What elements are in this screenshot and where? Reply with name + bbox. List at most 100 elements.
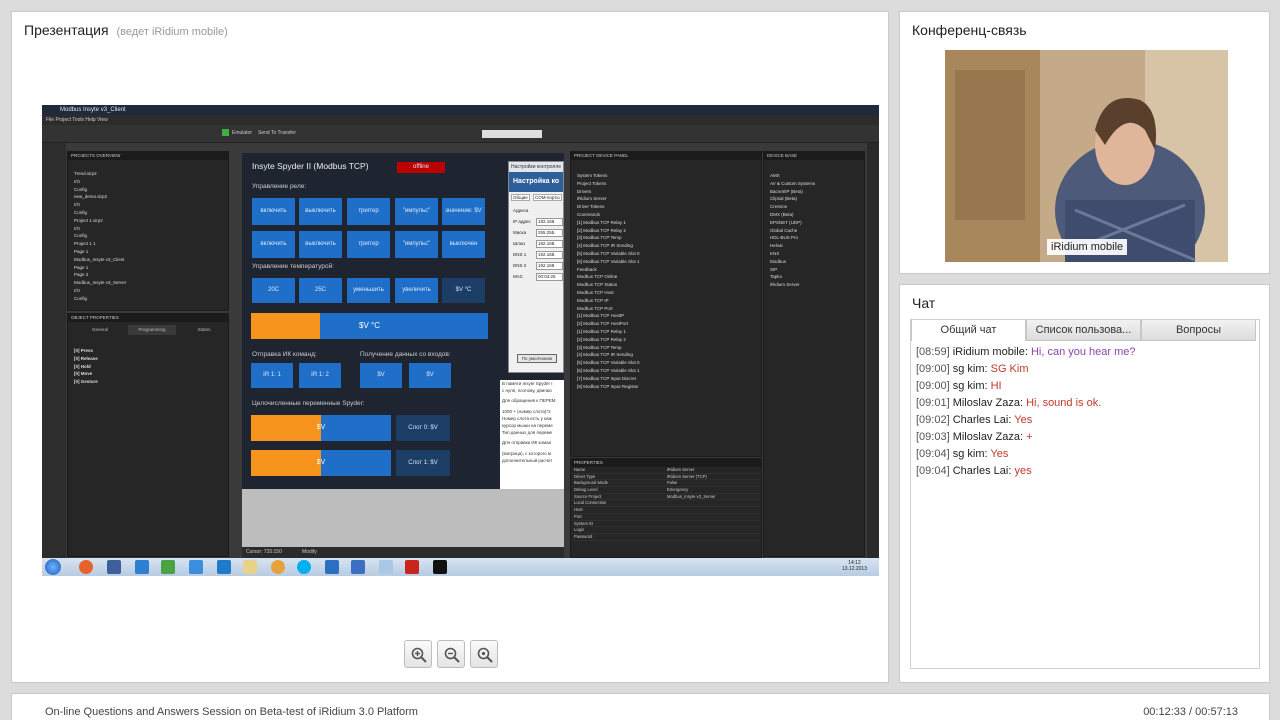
slide-tree-item: I/O: [74, 225, 81, 231]
slide-tree-item: [6] Modbus TCP Variable Slot 1: [577, 258, 640, 264]
slide-property-row: Driver Type iRidium Server (TCP): [571, 474, 761, 481]
slide-tree-item: I/O: [74, 287, 81, 293]
slide-canvas-button: значение: $V: [442, 198, 485, 225]
slide-tree-item: Modbus TCP Port: [577, 305, 613, 311]
slide-property-row: Local Connection: [571, 500, 761, 508]
slide-canvas-title: Insyte Spyder II (Modbus TCP): [252, 161, 369, 171]
zoom-out-button[interactable]: [437, 640, 465, 668]
slide-property-key: Login: [574, 527, 585, 533]
slide-temp-bar-text: $V °C: [359, 321, 380, 330]
zoom-out-icon: [444, 647, 460, 663]
slide-canvas-button: "импульс": [395, 231, 438, 258]
chat-message-author: iRidium mobile:: [952, 346, 1028, 358]
slide-property-row: System ID: [571, 521, 761, 528]
slide-object-tabs: General Programming States: [68, 325, 228, 335]
slide-dialog-field-value: 192.168.: [536, 262, 563, 270]
slide-tree-item: I/O: [74, 178, 81, 184]
slide-property-value: iRidium Server: [667, 467, 695, 472]
slide-tree-item: Crestron: [770, 204, 788, 210]
slide-slot-bar-text: $V: [316, 459, 326, 466]
slide-property-row: Host: [571, 507, 761, 514]
iridium-icon: [325, 560, 339, 574]
chat-message-list: [08:59] iRidium mobile: Hi, can you hear…: [916, 344, 1255, 480]
slide-slot-bar: $V: [251, 415, 391, 441]
chat-message: [09:00] sg kim: SG Kim: [916, 361, 1255, 378]
slide-property-value: Modbus_Insyte v3_Server: [667, 493, 716, 499]
slide-color-field: [482, 130, 542, 138]
slide-receive-label: Получение данных со входов:: [360, 351, 451, 358]
settings-icon: [189, 560, 203, 574]
chat-message-time: [09:04]: [916, 465, 950, 477]
slide-project-tree: Trend.sirp2 I/O Config new_demo.sirp2 I/O Con…: [68, 160, 228, 303]
slide-canvas-button: выключить: [299, 231, 342, 258]
presentation-title: Презентация (ведет iRidium mobile): [24, 22, 228, 38]
tab-questions[interactable]: Вопросы: [1141, 320, 1256, 341]
slide-tree-item: Clipsal (Beta): [770, 196, 798, 202]
tab-user-list[interactable]: Список пользова...: [1026, 320, 1141, 341]
chat-message-time: [09:02]: [916, 414, 950, 426]
slide-property-key: Host: [574, 507, 583, 513]
slide-device-panel-header: PROJECT DEVICE PANEL: [571, 152, 761, 160]
slide-object-event: [0] Gesture: [74, 379, 98, 385]
webinar-icon: [433, 560, 447, 574]
slide-canvas-button: IR 1: 1: [251, 363, 293, 388]
slide-tree-item: Project 1 1: [74, 241, 96, 247]
chat-message: [09:02] Charles Lai: Yes: [916, 412, 1255, 429]
slide-property-row: Port: [571, 514, 761, 521]
conference-title: Конференц-связь: [912, 22, 1027, 38]
slide-object-event: [0] Press: [74, 348, 94, 353]
slide-properties-header: PROPERTIES: [571, 459, 761, 467]
slide-properties-list: Name iRidium Server Driver Type iRidium Ser…: [571, 467, 761, 541]
slide-dialog-field-label: Шлюз: [513, 241, 526, 246]
slide-canvas-button: триггер: [347, 231, 390, 258]
slide-window-title: Modbus Insyte v3_Client: [42, 105, 879, 115]
slide-dialog-tab: Общие: [511, 194, 530, 201]
zoom-in-button[interactable]: [404, 640, 432, 668]
window-icon: [379, 560, 393, 574]
folder-icon: [243, 560, 257, 574]
video-stream[interactable]: iRidium mobile: [945, 50, 1228, 262]
tab-general-chat[interactable]: Общий чат: [911, 320, 1026, 341]
slide-tree-item: [3] Modbus TCP Temp: [577, 344, 622, 350]
slide-dialog-field: MAC 00:04:25: [509, 272, 563, 283]
slide-settings-dialog: Настройки контролле Настройка ко Общие CO…: [508, 161, 564, 373]
slide-slot-label: Слот 1: $V: [396, 450, 450, 476]
slide-dialog-field-label: Адреса: [513, 208, 529, 213]
slide-canvas-button: 25С: [299, 278, 342, 303]
slide-property-row: Background Mode False: [571, 480, 761, 488]
session-title: On-line Questions and Answers Session on…: [45, 706, 418, 718]
slide-object-event: [0] Release: [74, 355, 98, 361]
slide-tree-item: Helvar: [770, 243, 784, 249]
slide-tree-item: Modbus TCP Host: [577, 289, 614, 295]
slide-property-row: Debug Level Emergency: [571, 487, 761, 494]
slide-clock: 14:12 13.12.2013: [842, 560, 867, 572]
slide-tree-item: Modbus_Insyte v3_Client: [74, 256, 125, 262]
slide-dialog-caption: Настройки контролле: [509, 162, 563, 172]
slide-dialog-field-value: 192.168.: [536, 218, 563, 226]
slide-dialog-tab: COM-порты: [533, 194, 562, 201]
chat-message-text: Yes: [990, 448, 1009, 460]
slide-property-key: Background Mode: [574, 480, 608, 486]
skype-icon: [297, 560, 311, 574]
slide-tree-item: AMX: [770, 173, 780, 178]
slide-tree-item: [4] Modbus TCP IR Sending: [577, 243, 633, 249]
slide-property-key: Name: [574, 467, 586, 472]
slide-device-base-header: DEVICE BASE: [764, 152, 864, 160]
chat-message-author: Charles Lai:: [952, 414, 1012, 426]
windows-start-icon: [45, 559, 61, 575]
slide-tree-item: Bacnet/IP (Beta): [770, 188, 803, 194]
slide-tree-item: [2] Modbus TCP Relay 2: [577, 227, 626, 233]
chat-message: [09:03] Miloslav Zaza: +: [916, 429, 1255, 446]
media-icon: [271, 560, 285, 574]
slide-property-key: Source Project: [574, 493, 602, 499]
network-icon: [217, 560, 231, 574]
zoom-fit-button[interactable]: [470, 640, 498, 668]
slide-canvas-button: выключить: [299, 198, 342, 225]
chat-message-text: Hi, can you hear me?: [1030, 346, 1136, 358]
slide-tree-item: Global Cache: [770, 227, 798, 233]
slide-tree-item: Driver Tokens: [577, 204, 605, 210]
chat-panel: Чат Общий чат Список пользова... Вопросы…: [899, 284, 1270, 683]
slide-tree-item: SIP: [770, 266, 778, 272]
slide-dialog-field: Шлюз 192.168.: [509, 239, 563, 250]
slide-tree-item: DMX (Beta): [770, 211, 794, 217]
